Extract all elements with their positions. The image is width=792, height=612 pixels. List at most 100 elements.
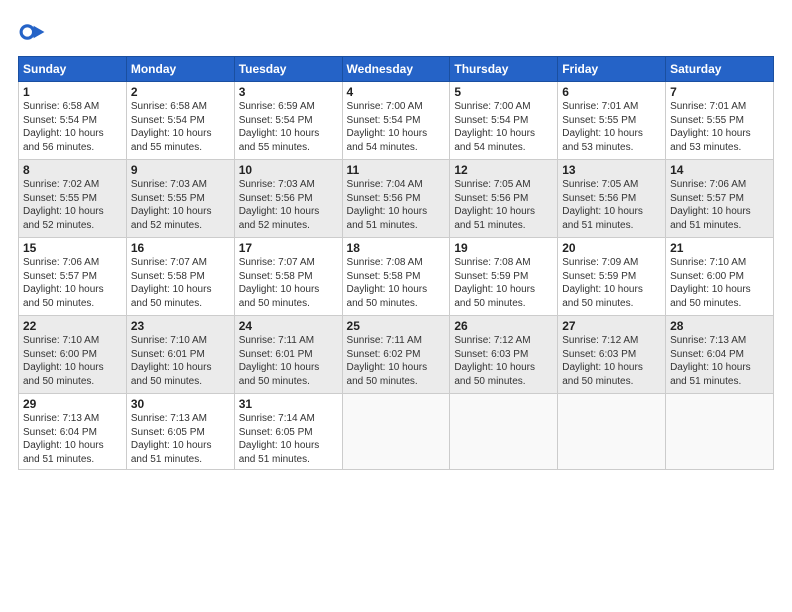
day-number: 31: [239, 397, 338, 411]
day-info: Sunrise: 6:58 AM Sunset: 5:54 PM Dayligh…: [23, 100, 122, 154]
calendar-cell: 2Sunrise: 6:58 AM Sunset: 5:54 PM Daylig…: [126, 82, 234, 160]
day-number: 11: [347, 163, 446, 177]
calendar-cell: 1Sunrise: 6:58 AM Sunset: 5:54 PM Daylig…: [19, 82, 127, 160]
calendar-cell: 13Sunrise: 7:05 AM Sunset: 5:56 PM Dayli…: [558, 160, 666, 238]
day-number: 3: [239, 85, 338, 99]
day-number: 23: [131, 319, 230, 333]
day-info: Sunrise: 7:10 AM Sunset: 6:00 PM Dayligh…: [670, 256, 769, 310]
day-info: Sunrise: 7:10 AM Sunset: 6:00 PM Dayligh…: [23, 334, 122, 388]
day-number: 22: [23, 319, 122, 333]
day-number: 21: [670, 241, 769, 255]
calendar-header-sunday: Sunday: [19, 57, 127, 82]
day-number: 17: [239, 241, 338, 255]
calendar-row: 22Sunrise: 7:10 AM Sunset: 6:00 PM Dayli…: [19, 316, 774, 394]
day-number: 24: [239, 319, 338, 333]
calendar-cell: [666, 394, 774, 470]
calendar-cell: 21Sunrise: 7:10 AM Sunset: 6:00 PM Dayli…: [666, 238, 774, 316]
calendar-header-saturday: Saturday: [666, 57, 774, 82]
calendar-header-row: SundayMondayTuesdayWednesdayThursdayFrid…: [19, 57, 774, 82]
calendar-row: 29Sunrise: 7:13 AM Sunset: 6:04 PM Dayli…: [19, 394, 774, 470]
calendar-cell: 30Sunrise: 7:13 AM Sunset: 6:05 PM Dayli…: [126, 394, 234, 470]
day-number: 19: [454, 241, 553, 255]
day-info: Sunrise: 7:03 AM Sunset: 5:55 PM Dayligh…: [131, 178, 230, 232]
calendar-cell: 3Sunrise: 6:59 AM Sunset: 5:54 PM Daylig…: [234, 82, 342, 160]
calendar-cell: 5Sunrise: 7:00 AM Sunset: 5:54 PM Daylig…: [450, 82, 558, 160]
day-info: Sunrise: 7:01 AM Sunset: 5:55 PM Dayligh…: [562, 100, 661, 154]
day-info: Sunrise: 7:12 AM Sunset: 6:03 PM Dayligh…: [454, 334, 553, 388]
day-info: Sunrise: 7:08 AM Sunset: 5:58 PM Dayligh…: [347, 256, 446, 310]
day-number: 28: [670, 319, 769, 333]
day-number: 15: [23, 241, 122, 255]
calendar-cell: 7Sunrise: 7:01 AM Sunset: 5:55 PM Daylig…: [666, 82, 774, 160]
calendar-row: 1Sunrise: 6:58 AM Sunset: 5:54 PM Daylig…: [19, 82, 774, 160]
day-info: Sunrise: 7:12 AM Sunset: 6:03 PM Dayligh…: [562, 334, 661, 388]
day-number: 6: [562, 85, 661, 99]
calendar-cell: 11Sunrise: 7:04 AM Sunset: 5:56 PM Dayli…: [342, 160, 450, 238]
calendar-cell: [450, 394, 558, 470]
calendar-cell: 25Sunrise: 7:11 AM Sunset: 6:02 PM Dayli…: [342, 316, 450, 394]
day-number: 2: [131, 85, 230, 99]
calendar-cell: 12Sunrise: 7:05 AM Sunset: 5:56 PM Dayli…: [450, 160, 558, 238]
page-header: [18, 18, 774, 46]
calendar-cell: 8Sunrise: 7:02 AM Sunset: 5:55 PM Daylig…: [19, 160, 127, 238]
day-info: Sunrise: 7:13 AM Sunset: 6:05 PM Dayligh…: [131, 412, 230, 466]
day-info: Sunrise: 7:11 AM Sunset: 6:01 PM Dayligh…: [239, 334, 338, 388]
calendar-cell: [558, 394, 666, 470]
calendar-cell: 19Sunrise: 7:08 AM Sunset: 5:59 PM Dayli…: [450, 238, 558, 316]
calendar-cell: 22Sunrise: 7:10 AM Sunset: 6:00 PM Dayli…: [19, 316, 127, 394]
day-info: Sunrise: 7:10 AM Sunset: 6:01 PM Dayligh…: [131, 334, 230, 388]
calendar-header-tuesday: Tuesday: [234, 57, 342, 82]
calendar-cell: 15Sunrise: 7:06 AM Sunset: 5:57 PM Dayli…: [19, 238, 127, 316]
day-info: Sunrise: 7:05 AM Sunset: 5:56 PM Dayligh…: [454, 178, 553, 232]
day-info: Sunrise: 7:02 AM Sunset: 5:55 PM Dayligh…: [23, 178, 122, 232]
calendar-header-thursday: Thursday: [450, 57, 558, 82]
calendar-cell: [342, 394, 450, 470]
day-number: 8: [23, 163, 122, 177]
calendar-cell: 9Sunrise: 7:03 AM Sunset: 5:55 PM Daylig…: [126, 160, 234, 238]
calendar-cell: 28Sunrise: 7:13 AM Sunset: 6:04 PM Dayli…: [666, 316, 774, 394]
day-info: Sunrise: 7:08 AM Sunset: 5:59 PM Dayligh…: [454, 256, 553, 310]
day-number: 14: [670, 163, 769, 177]
day-number: 12: [454, 163, 553, 177]
day-info: Sunrise: 6:59 AM Sunset: 5:54 PM Dayligh…: [239, 100, 338, 154]
calendar-cell: 6Sunrise: 7:01 AM Sunset: 5:55 PM Daylig…: [558, 82, 666, 160]
day-number: 9: [131, 163, 230, 177]
calendar-header-monday: Monday: [126, 57, 234, 82]
day-info: Sunrise: 7:05 AM Sunset: 5:56 PM Dayligh…: [562, 178, 661, 232]
calendar-cell: 4Sunrise: 7:00 AM Sunset: 5:54 PM Daylig…: [342, 82, 450, 160]
day-info: Sunrise: 7:09 AM Sunset: 5:59 PM Dayligh…: [562, 256, 661, 310]
day-info: Sunrise: 7:11 AM Sunset: 6:02 PM Dayligh…: [347, 334, 446, 388]
calendar-cell: 18Sunrise: 7:08 AM Sunset: 5:58 PM Dayli…: [342, 238, 450, 316]
calendar-row: 8Sunrise: 7:02 AM Sunset: 5:55 PM Daylig…: [19, 160, 774, 238]
day-number: 7: [670, 85, 769, 99]
day-info: Sunrise: 7:00 AM Sunset: 5:54 PM Dayligh…: [347, 100, 446, 154]
day-info: Sunrise: 7:07 AM Sunset: 5:58 PM Dayligh…: [131, 256, 230, 310]
day-number: 18: [347, 241, 446, 255]
calendar-cell: 16Sunrise: 7:07 AM Sunset: 5:58 PM Dayli…: [126, 238, 234, 316]
day-number: 30: [131, 397, 230, 411]
day-info: Sunrise: 7:06 AM Sunset: 5:57 PM Dayligh…: [23, 256, 122, 310]
day-info: Sunrise: 7:13 AM Sunset: 6:04 PM Dayligh…: [23, 412, 122, 466]
calendar-cell: 26Sunrise: 7:12 AM Sunset: 6:03 PM Dayli…: [450, 316, 558, 394]
day-number: 26: [454, 319, 553, 333]
calendar-cell: 10Sunrise: 7:03 AM Sunset: 5:56 PM Dayli…: [234, 160, 342, 238]
calendar-header-wednesday: Wednesday: [342, 57, 450, 82]
day-info: Sunrise: 6:58 AM Sunset: 5:54 PM Dayligh…: [131, 100, 230, 154]
calendar-row: 15Sunrise: 7:06 AM Sunset: 5:57 PM Dayli…: [19, 238, 774, 316]
day-number: 29: [23, 397, 122, 411]
day-info: Sunrise: 7:14 AM Sunset: 6:05 PM Dayligh…: [239, 412, 338, 466]
day-number: 5: [454, 85, 553, 99]
day-number: 16: [131, 241, 230, 255]
day-number: 13: [562, 163, 661, 177]
logo: [18, 18, 52, 46]
calendar-cell: 29Sunrise: 7:13 AM Sunset: 6:04 PM Dayli…: [19, 394, 127, 470]
day-info: Sunrise: 7:03 AM Sunset: 5:56 PM Dayligh…: [239, 178, 338, 232]
calendar-cell: 14Sunrise: 7:06 AM Sunset: 5:57 PM Dayli…: [666, 160, 774, 238]
calendar-cell: 23Sunrise: 7:10 AM Sunset: 6:01 PM Dayli…: [126, 316, 234, 394]
day-number: 20: [562, 241, 661, 255]
day-number: 25: [347, 319, 446, 333]
day-info: Sunrise: 7:04 AM Sunset: 5:56 PM Dayligh…: [347, 178, 446, 232]
day-number: 27: [562, 319, 661, 333]
day-info: Sunrise: 7:00 AM Sunset: 5:54 PM Dayligh…: [454, 100, 553, 154]
day-info: Sunrise: 7:06 AM Sunset: 5:57 PM Dayligh…: [670, 178, 769, 232]
